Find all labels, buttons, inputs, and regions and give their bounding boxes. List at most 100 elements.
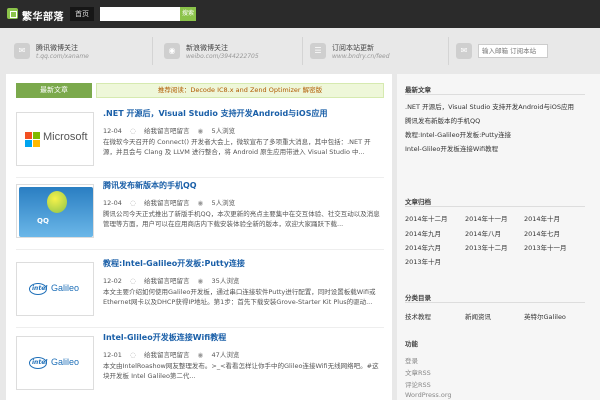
post-date: 12-04: [103, 199, 122, 207]
widget-divider: [405, 206, 585, 207]
post-item: intel Galileo Intel-Glileo开发板连接Wifi教程 12…: [16, 332, 384, 400]
archive-link[interactable]: 2014年七月: [524, 228, 560, 238]
post-comments-link[interactable]: 给我留言吧留言: [144, 277, 190, 285]
rss-icon: ☰: [310, 43, 326, 59]
post-item: Microsoft .NET 开源后，Visual Studio 支持开发And…: [16, 108, 384, 178]
social-item-sina-weibo[interactable]: ◉ 新浪微博关注 weibo.com/3944222705: [150, 37, 303, 65]
category-link[interactable]: 英特尔Galileo: [524, 311, 566, 321]
site-logo-icon[interactable]: [7, 8, 18, 19]
notice-banner[interactable]: 推荐阅读：Decode IC8.x and Zend Optimizer 解密版: [96, 83, 384, 98]
widget-title-archives: 文章归档: [405, 198, 431, 206]
eye-icon: ◉: [197, 277, 204, 285]
category-link[interactable]: 新闻资讯: [465, 311, 491, 321]
post-title[interactable]: 教程:Intel-Galileo开发板:Putty连接: [103, 258, 245, 269]
widget-title-categories: 分类目录: [405, 294, 431, 302]
social-item-rss[interactable]: ☰ 订阅本站更新 www.bndry.cn/feed: [296, 37, 449, 65]
social-url: t.qq.com/xaname: [36, 53, 89, 60]
post-excerpt: 腾讯公司今天正式推出了新版手机QQ，本次更新的亮点主要集中在交互体验、社交互动以…: [103, 210, 380, 228]
social-bar: ✉ 腾讯微博关注 t.qq.com/xaname ◉ 新浪微博关注 weibo.…: [0, 37, 600, 65]
post-comments-link[interactable]: 给我留言吧留言: [144, 351, 190, 359]
archive-link[interactable]: 2014年十二月: [405, 213, 448, 223]
sina-weibo-icon: ◉: [164, 43, 180, 59]
post-date: 12-02: [103, 277, 122, 285]
post-views: 5人浏览: [211, 127, 236, 135]
recent-post-link[interactable]: 腾讯发布新版本的手机QQ: [405, 115, 480, 125]
galileo-wordmark: Galileo: [51, 357, 80, 367]
recent-post-link[interactable]: .NET 开源后，Visual Studio 支持开发Android与iOS应用: [405, 101, 574, 111]
post-excerpt: 在微软今天召开的 Connect() 开发者大会上，微软宣布了多项重大消息，其中…: [103, 138, 371, 156]
post-item: QQ 腾讯发布新版本的手机QQ 12-04 ◌ 给我留言吧留言 ◉ 5人浏览 腾讯公…: [16, 180, 384, 250]
post-date: 12-01: [103, 351, 122, 359]
post-excerpt: 本文由IntelRoashow网友整理发布。>_<看看怎样让你手中的Glileo…: [103, 362, 379, 380]
eye-icon: ◉: [197, 199, 204, 207]
main-content: 最新文章 推荐阅读：Decode IC8.x and Zend Optimize…: [6, 74, 392, 400]
post-meta: 12-02 ◌ 给我留言吧留言 ◉ 35人浏览: [103, 275, 245, 285]
mail-icon: ✉: [456, 43, 472, 59]
galileo-wordmark: Galileo: [51, 283, 80, 293]
social-url: www.bndry.cn/feed: [332, 53, 390, 60]
qq-wordmark: QQ: [37, 217, 49, 225]
recent-post-link[interactable]: Intel-Glileo开发板连接Wifi教程: [405, 143, 498, 153]
social-title: 腾讯微博关注: [36, 44, 78, 52]
tab-latest-posts[interactable]: 最新文章: [16, 83, 92, 98]
post-title[interactable]: .NET 开源后，Visual Studio 支持开发Android与iOS应用: [103, 108, 327, 119]
post-meta: 12-04 ◌ 给我留言吧留言 ◉ 5人浏览: [103, 125, 241, 135]
comment-icon: ◌: [129, 127, 136, 135]
eye-icon: ◉: [197, 127, 204, 135]
microsoft-logo-icon: [25, 132, 32, 139]
post-item: intel Galileo 教程:Intel-Galileo开发板:Putty连…: [16, 258, 384, 328]
meta-posts-rss-link[interactable]: 文章RSS: [405, 367, 431, 377]
top-navbar: 繁华部落 首页 搜索: [0, 0, 600, 28]
eye-icon: ◉: [197, 351, 204, 359]
search-button[interactable]: 搜索: [180, 7, 196, 21]
social-title: 订阅本站更新: [332, 44, 374, 52]
meta-wordpress-link[interactable]: WordPress.org: [405, 391, 452, 399]
archive-link[interactable]: 2014年十一月: [465, 213, 508, 223]
post-comments-link[interactable]: 给我留言吧留言: [144, 199, 190, 207]
social-item-qq-weibo[interactable]: ✉ 腾讯微博关注 t.qq.com/xaname: [0, 37, 153, 65]
category-link[interactable]: 技术教程: [405, 311, 431, 321]
archive-link[interactable]: 2013年十一月: [524, 242, 567, 252]
meta-comments-rss-link[interactable]: 评论RSS: [405, 379, 431, 389]
post-thumbnail-microsoft[interactable]: Microsoft: [16, 112, 94, 166]
post-views: 47人浏览: [211, 351, 240, 359]
nav-home-link[interactable]: 首页: [70, 7, 94, 21]
archive-link[interactable]: 2014年六月: [405, 242, 441, 252]
meta-login-link[interactable]: 登录: [405, 355, 418, 365]
post-meta: 12-01 ◌ 给我留言吧留言 ◉ 47人浏览: [103, 349, 245, 359]
sidebar: 最新文章 .NET 开源后，Visual Studio 支持开发Android与…: [397, 74, 600, 400]
microsoft-logo-square: [25, 140, 32, 147]
post-title[interactable]: 腾讯发布新版本的手机QQ: [103, 180, 197, 191]
microsoft-logo-square: [33, 140, 40, 147]
comment-icon: ◌: [129, 199, 136, 207]
comment-icon: ◌: [129, 351, 136, 359]
recent-post-link[interactable]: 教程:Intel-Galileo开发板:Putty连接: [405, 129, 511, 139]
post-comments-link[interactable]: 给我留言吧留言: [144, 127, 190, 135]
intel-wordmark: intel: [32, 285, 48, 292]
archive-link[interactable]: 2014年九月: [405, 228, 441, 238]
post-title[interactable]: Intel-Glileo开发板连接Wifi教程: [103, 332, 226, 343]
post-meta: 12-04 ◌ 给我留言吧留言 ◉ 5人浏览: [103, 197, 241, 207]
post-thumbnail-intel-galileo[interactable]: intel Galileo: [16, 336, 94, 390]
post-thumbnail-intel-galileo[interactable]: intel Galileo: [16, 262, 94, 316]
email-subscribe-input[interactable]: [478, 44, 548, 58]
qq-weibo-icon: ✉: [14, 43, 30, 59]
qq-ball-icon: [47, 191, 67, 213]
post-excerpt: 本文主要介绍如何使用Galileo开发板，通过串口连接软件Putty进行配置，同…: [103, 288, 376, 306]
widget-divider: [405, 94, 585, 95]
post-views: 5人浏览: [211, 199, 236, 207]
archive-link[interactable]: 2014年八月: [465, 228, 501, 238]
post-thumbnail-qq[interactable]: QQ: [16, 184, 94, 238]
archive-link[interactable]: 2013年十二月: [465, 242, 508, 252]
search-input[interactable]: [100, 7, 180, 21]
social-url: weibo.com/3944222705: [186, 53, 259, 60]
widget-divider: [405, 302, 585, 303]
archive-link[interactable]: 2014年十月: [524, 213, 560, 223]
microsoft-wordmark: Microsoft: [43, 131, 88, 143]
archive-link[interactable]: 2013年十月: [405, 256, 441, 266]
widget-title-meta: 功能: [405, 340, 418, 348]
site-name[interactable]: 繁华部落: [22, 8, 64, 23]
microsoft-logo-square: [33, 132, 40, 139]
post-views: 35人浏览: [211, 277, 240, 285]
social-title: 新浪微博关注: [186, 44, 228, 52]
